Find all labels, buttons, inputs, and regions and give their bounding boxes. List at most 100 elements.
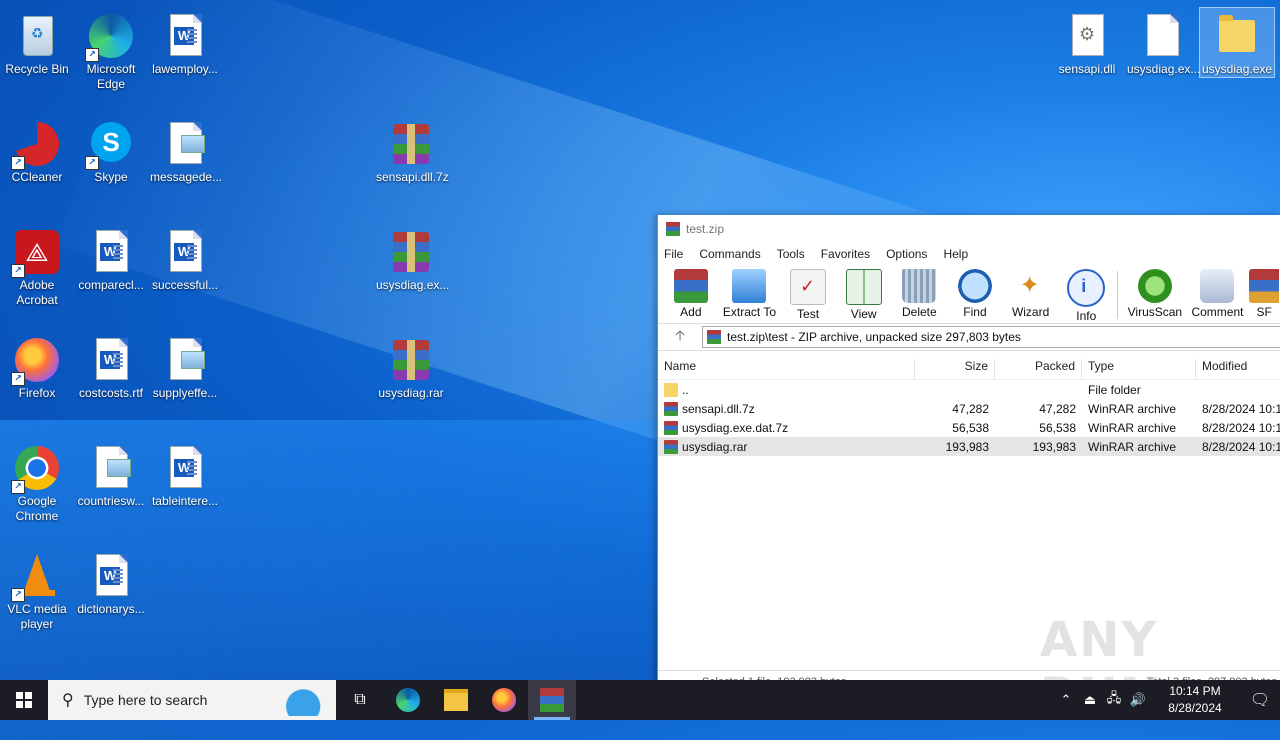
image-file-icon	[170, 122, 205, 164]
folder-icon	[664, 382, 678, 397]
winrar-icon	[540, 688, 564, 712]
chevron-up-icon[interactable]: ⌃	[1054, 692, 1078, 708]
desktop-icon-usysdiag-rar[interactable]: usysdiag.rar	[374, 332, 448, 401]
menu-favorites[interactable]: Favorites	[821, 247, 870, 261]
search-highlight-icon	[268, 684, 332, 716]
taskbar-clock[interactable]: 10:14 PM 8/28/2024	[1150, 683, 1240, 717]
taskbar-file-explorer[interactable]	[432, 680, 480, 720]
search-icon: ⚲	[62, 692, 74, 709]
usb-device-icon[interactable]: ⏏	[1078, 692, 1102, 708]
desktop-icon-lawemploy[interactable]: W lawemploy...	[148, 8, 222, 77]
find-button[interactable]: Find	[948, 265, 1002, 319]
add-icon	[673, 269, 708, 303]
desktop-icon-vlc[interactable]: ↗ VLC media player	[0, 548, 74, 632]
desktop-icon-usysdiag-exe[interactable]: usysdiag.exe	[1199, 7, 1275, 78]
desktop-icon-tableintere[interactable]: W tableintere...	[148, 440, 222, 509]
sfx-icon	[1249, 269, 1280, 303]
desktop-icon-recycle-bin[interactable]: ♻ Recycle Bin	[0, 8, 74, 77]
taskbar-winrar[interactable]	[528, 680, 576, 720]
desktop-icon-comparecl[interactable]: W comparecl...	[74, 224, 148, 293]
word-doc-icon: W	[96, 230, 128, 272]
address-bar: 🡡 test.zip\test - ZIP archive, unpacked …	[658, 324, 1280, 351]
winrar-archive-icon	[664, 401, 678, 416]
desktop-icon-supplyeffe[interactable]: supplyeffe...	[148, 332, 222, 401]
recycle-bin-icon: ♻	[23, 16, 53, 56]
menu-tools[interactable]: Tools	[777, 247, 805, 261]
view-button[interactable]: View	[837, 265, 891, 321]
wand-icon: ✦	[1019, 272, 1040, 299]
taskbar-firefox[interactable]	[480, 680, 528, 720]
table-row[interactable]: .. File folder	[658, 380, 1280, 399]
comment-button[interactable]: Comment	[1188, 265, 1248, 319]
wizard-button[interactable]: ✦ Wizard	[1004, 265, 1058, 319]
column-modified[interactable]: Modified	[1196, 359, 1280, 379]
column-name[interactable]: Name	[658, 359, 915, 379]
info-button[interactable]: i Info	[1059, 265, 1113, 323]
test-clipboard-icon: ✓	[790, 269, 827, 305]
extract-to-button[interactable]: Extract To	[720, 265, 780, 319]
table-row[interactable]: usysdiag.exe.dat.7z 56,538 56,538 WinRAR…	[658, 418, 1280, 437]
table-row-selected[interactable]: usysdiag.rar 193,983 193,983 WinRAR arch…	[658, 437, 1280, 456]
blank-file-icon	[1147, 14, 1179, 56]
image-file-icon	[96, 446, 131, 488]
vlc-icon	[19, 554, 55, 596]
taskbar-search-box[interactable]: ⚲ Type here to search	[48, 680, 336, 720]
menu-help[interactable]: Help	[943, 247, 968, 261]
desktop-icon-sensapi-dll[interactable]: ⚙ sensapi.dll	[1050, 8, 1124, 77]
menu-bar: File Commands Tools Favorites Options He…	[658, 243, 1280, 265]
view-book-icon	[845, 269, 882, 305]
folder-icon	[1219, 15, 1255, 52]
taskbar: ⚲ Type here to search ⧉ ⌃ ⏏ 🖧 🔊 10:14 PM…	[0, 680, 1280, 720]
desktop-icon-ccleaner[interactable]: ↗ CCleaner	[0, 116, 74, 185]
test-button[interactable]: ✓ Test	[781, 265, 835, 321]
desktop-icon-countriesw[interactable]: countriesw...	[74, 440, 148, 509]
window-title: test.zip	[686, 222, 725, 236]
firefox-icon	[492, 688, 516, 712]
desktop-icon-usysdiag-ex2[interactable]: usysdiag.ex...	[1125, 8, 1200, 77]
system-tray: ⌃ ⏏ 🖧 🔊 10:14 PM 8/28/2024 🗨	[1054, 680, 1280, 720]
sfx-button[interactable]: SF	[1249, 265, 1280, 319]
path-field[interactable]: test.zip\test - ZIP archive, unpacked si…	[702, 326, 1280, 348]
desktop-icon-sensapi-7z[interactable]: sensapi.dll.7z	[374, 116, 449, 185]
desktop-icon-usysdiag-ex[interactable]: usysdiag.ex...	[374, 224, 449, 293]
taskbar-edge[interactable]	[384, 680, 432, 720]
archive-icon	[707, 330, 721, 344]
virusscan-button[interactable]: VirusScan	[1124, 265, 1186, 319]
title-bar[interactable]: test.zip	[658, 215, 1280, 243]
windows-logo-icon	[16, 692, 32, 708]
task-view-button[interactable]: ⧉	[336, 680, 384, 720]
task-view-icon: ⧉	[354, 691, 366, 708]
delete-button[interactable]: Delete	[893, 265, 947, 319]
clock-date: 8/28/2024	[1168, 701, 1222, 715]
menu-commands[interactable]: Commands	[699, 247, 760, 261]
desktop-icon-costcosts[interactable]: W costcosts.rtf	[74, 332, 148, 401]
word-doc-icon: W	[96, 554, 128, 596]
add-button[interactable]: Add	[664, 265, 718, 319]
menu-options[interactable]: Options	[886, 247, 927, 261]
virus-scan-icon	[1137, 269, 1172, 303]
network-icon[interactable]: 🖧	[1102, 689, 1126, 711]
desktop-icon-edge[interactable]: ↗ Microsoft Edge	[74, 8, 148, 92]
winrar-archive-icon	[393, 124, 429, 164]
desktop-icon-acrobat[interactable]: ⟁ ↗ Adobe Acrobat	[0, 224, 74, 308]
menu-file[interactable]: File	[664, 247, 683, 261]
column-size[interactable]: Size	[915, 359, 995, 379]
column-packed[interactable]: Packed	[995, 359, 1082, 379]
table-row[interactable]: sensapi.dll.7z 47,282 47,282 WinRAR arch…	[658, 399, 1280, 418]
info-icon: i	[1067, 269, 1106, 307]
column-type[interactable]: Type	[1082, 359, 1196, 379]
comment-bubble-icon	[1200, 269, 1235, 303]
up-arrow-icon[interactable]: 🡡	[658, 325, 702, 349]
extract-folder-icon	[732, 269, 767, 303]
desktop-icon-messagede[interactable]: messagede...	[148, 116, 222, 185]
desktop-icon-skype[interactable]: S ↗ Skype	[74, 116, 148, 185]
notification-icon[interactable]: 🗨	[1240, 690, 1280, 710]
volume-icon[interactable]: 🔊	[1126, 692, 1150, 708]
desktop-icon-firefox[interactable]: ↗ Firefox	[0, 332, 74, 401]
file-list-body: Name Size Packed Type Modified .. File f…	[658, 351, 1280, 669]
start-button[interactable]	[0, 680, 48, 720]
trash-icon	[902, 269, 937, 303]
desktop-icon-dictionarys[interactable]: W dictionarys...	[74, 548, 148, 617]
desktop-icon-chrome[interactable]: ↗ Google Chrome	[0, 440, 74, 524]
desktop-icon-successful[interactable]: W successful...	[148, 224, 222, 293]
